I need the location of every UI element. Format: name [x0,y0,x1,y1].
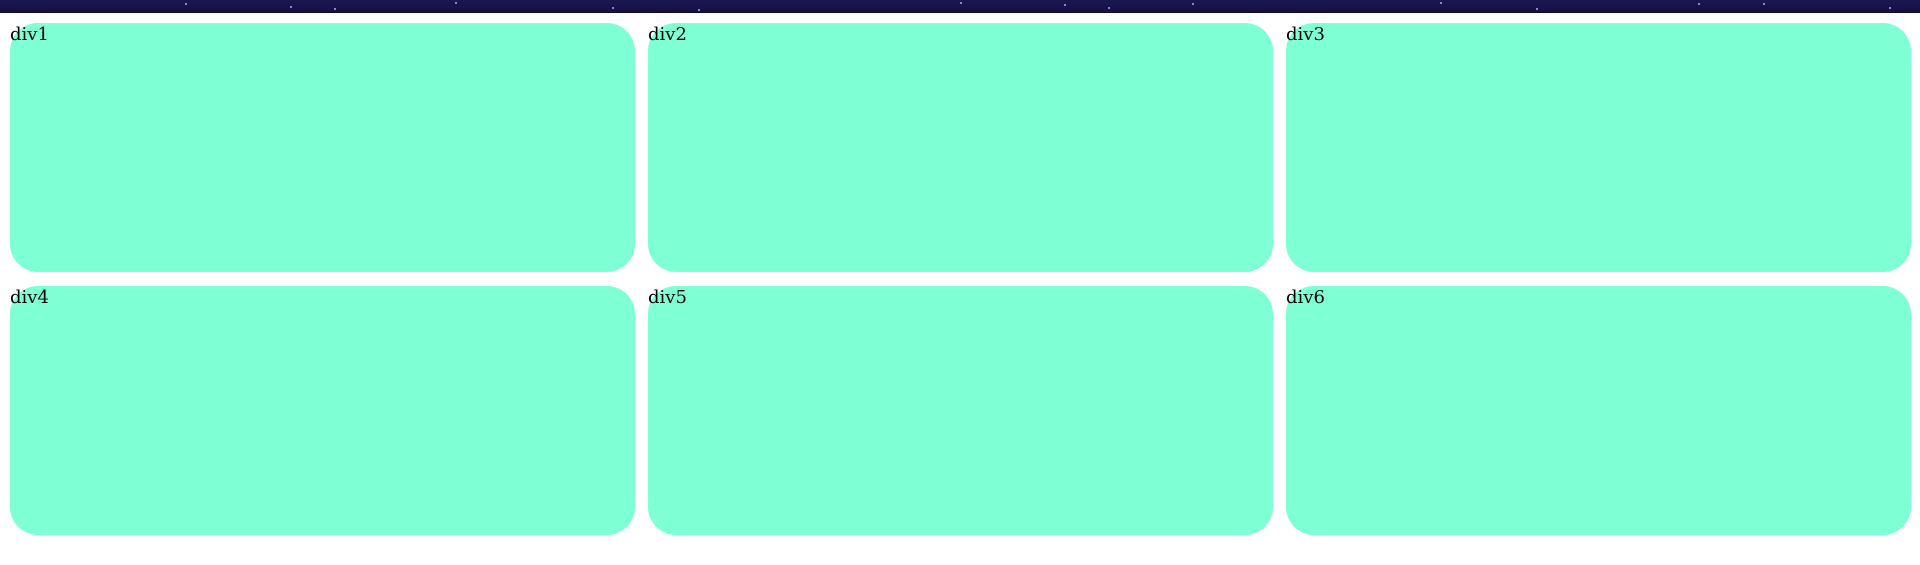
star-decoration [1192,3,1194,5]
tile-div2: div2 [648,23,1273,272]
star-decoration [290,6,292,8]
star-decoration [185,3,187,5]
top-banner [0,0,1920,13]
star-decoration [960,2,962,4]
star-decoration [334,8,336,10]
tile-grid: div1 div2 div3 div4 div5 div6 [10,23,1911,535]
tile-label: div1 [10,24,49,45]
star-decoration [612,7,614,9]
tile-div6: div6 [1286,286,1911,535]
star-decoration [1108,7,1110,9]
tile-label: div2 [648,24,687,45]
tile-label: div4 [10,287,49,308]
star-decoration [1698,3,1700,5]
tile-label: div6 [1286,287,1325,308]
star-decoration [1440,2,1442,4]
tile-label: div5 [648,287,687,308]
star-decoration [455,2,457,4]
tile-div3: div3 [1286,23,1911,272]
star-decoration [1064,4,1066,6]
star-decoration [698,9,700,11]
star-decoration [1763,3,1765,5]
star-decoration [1889,7,1891,9]
tile-label: div3 [1286,24,1325,45]
tile-div4: div4 [10,286,635,535]
tile-div1: div1 [10,23,635,272]
star-decoration [1536,8,1538,10]
banner-bottom-edge [0,12,1920,13]
tile-div5: div5 [648,286,1273,535]
